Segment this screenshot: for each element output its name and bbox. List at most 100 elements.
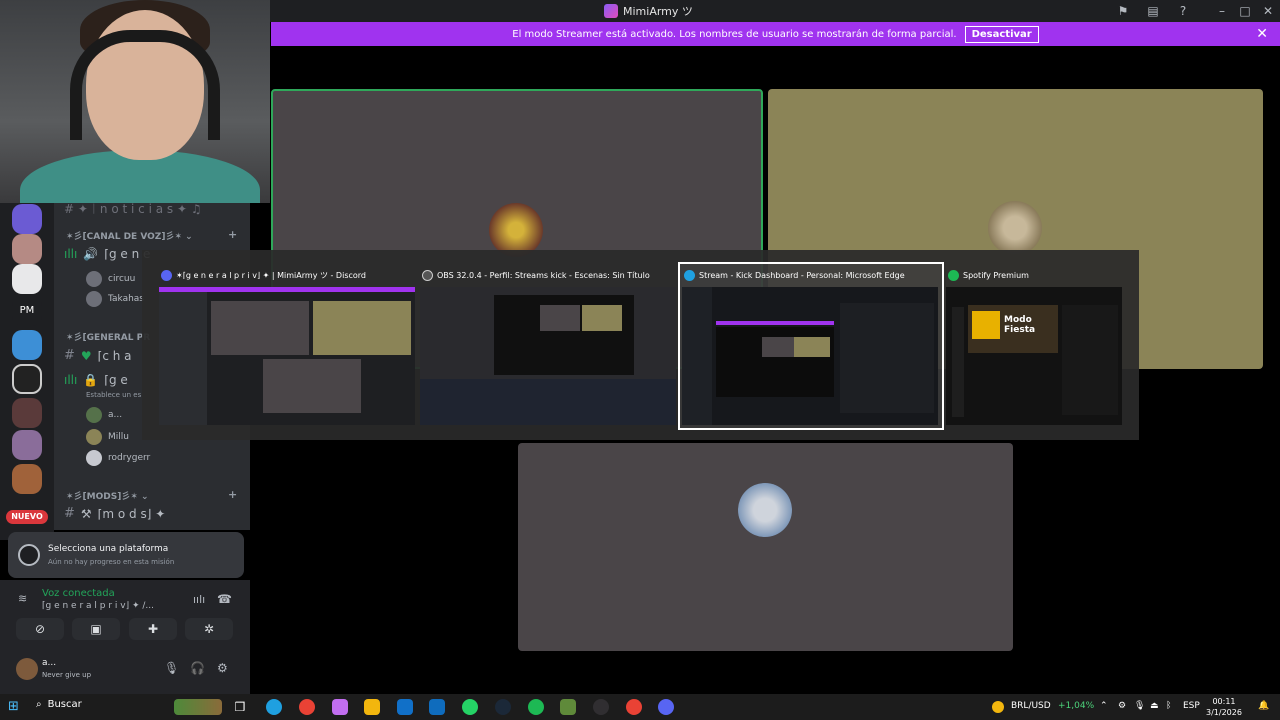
signal-icon[interactable]: ≋	[18, 592, 27, 605]
spotify-icon[interactable]	[528, 699, 544, 715]
avatar	[86, 407, 102, 423]
avatar	[86, 429, 102, 445]
camera-off-icon[interactable]: ⊘	[16, 618, 64, 640]
switcher-window-spotify[interactable]: Spotify Premium Modo Fiesta	[944, 264, 1206, 428]
voice-status[interactable]: Voz conectada	[42, 588, 115, 599]
avatar	[86, 271, 102, 287]
switcher-window-discord[interactable]: ✶⌈g e n e r a l p r i v⌋ ✦ | MimiArmy ツ …	[157, 264, 419, 428]
server-icon[interactable]	[12, 330, 42, 360]
language-indicator[interactable]: ESP	[1183, 701, 1200, 711]
chrome-icon[interactable]	[299, 699, 315, 715]
server-icon[interactable]	[12, 398, 42, 428]
search-icon: ⌕	[36, 699, 42, 710]
video-tile[interactable]	[518, 443, 1013, 651]
edge-icon[interactable]	[266, 699, 282, 715]
server-icon[interactable]	[12, 464, 42, 494]
add-channel-icon[interactable]: +	[228, 228, 237, 241]
quest-title: Selecciona una plataforma	[48, 544, 169, 554]
voice-channel-current[interactable]: ıllı 🔒 ⌈g e	[64, 373, 128, 387]
participant-avatar	[489, 203, 543, 257]
whatsapp-icon[interactable]	[462, 699, 478, 715]
participant-avatar	[738, 483, 792, 537]
bluetooth-icon[interactable]: ᛒ	[1166, 701, 1171, 711]
copilot-icon[interactable]	[332, 699, 348, 715]
taskbar: ⊞ ⌕ Buscar ❒ BRL/USD +1,04% ⌃ ⚙ 🎙 ⏏ ᛒ ES…	[0, 694, 1280, 720]
soundboard-icon[interactable]: ✲	[185, 618, 233, 640]
voice-channel[interactable]: ıllı 🔊 ⌈g e n e	[64, 247, 150, 261]
tray-app-icon[interactable]: ⚙	[1118, 701, 1126, 711]
add-channel-icon[interactable]: +	[228, 488, 237, 501]
minecraft-icon[interactable]	[560, 699, 576, 715]
category-mods[interactable]: ✶彡[MODS]彡✶ ⌄ +	[66, 488, 237, 502]
hash-icon: #	[64, 506, 75, 521]
outlook-icon[interactable]	[429, 699, 445, 715]
text-channel[interactable]: # ♥ ⌈c h a	[64, 348, 132, 363]
steam-icon[interactable]	[495, 699, 511, 715]
new-badge[interactable]: NUEVO	[6, 510, 48, 524]
voice-user[interactable]: circuu	[86, 271, 135, 287]
server-icon[interactable]	[12, 430, 42, 460]
voice-user[interactable]: Millu	[86, 429, 129, 445]
usb-icon[interactable]: ⏏	[1150, 701, 1159, 711]
discord-icon[interactable]	[658, 699, 674, 715]
switcher-window-obs[interactable]: OBS 32.0.4 - Perfil: Streams kick - Esce…	[418, 264, 680, 428]
clock[interactable]: 00:11 3/1/2026	[1206, 696, 1242, 718]
help-icon[interactable]: ?	[1175, 3, 1191, 19]
close-banner-icon[interactable]: ✕	[1256, 26, 1268, 42]
server-icon[interactable]	[12, 204, 42, 234]
heart-icon: ♥	[80, 348, 92, 363]
notification-icon[interactable]: 🔔	[1258, 701, 1269, 711]
server-icon[interactable]	[12, 234, 42, 264]
settings-icon[interactable]: ⚙	[217, 661, 228, 675]
voice-user[interactable]: rodrygerr	[86, 450, 150, 466]
voice-user[interactable]: a...	[86, 407, 122, 423]
avatar	[86, 291, 102, 307]
activities-icon[interactable]: ✚	[129, 618, 177, 640]
inbox-icon[interactable]: ▤	[1145, 3, 1161, 19]
microphone-icon[interactable]: 🎙	[164, 661, 179, 675]
maximize-icon[interactable]: □	[1237, 3, 1253, 19]
task-view-icon[interactable]: ❒	[232, 699, 248, 715]
voice-user[interactable]: Takahas	[86, 291, 144, 307]
disconnect-icon[interactable]: ☎	[217, 592, 232, 606]
avatar[interactable]	[16, 658, 38, 680]
text-channel-mods[interactable]: # ⚒ ⌈m o d s⌋ ✦	[64, 506, 165, 521]
widgets-icon[interactable]	[174, 699, 222, 715]
category-voice[interactable]: ✶彡[CANAL DE VOZ]彡✶ ⌄ +	[66, 228, 237, 242]
currency-change: +1,04%	[1058, 701, 1095, 711]
user-panel: a... Never give up 🎙 🎧 ⚙	[0, 652, 250, 694]
file-explorer-icon[interactable]	[364, 699, 380, 715]
headset	[70, 30, 220, 140]
screen-share-icon[interactable]: ▣	[72, 618, 120, 640]
microphone-icon[interactable]: 🎙	[1134, 701, 1145, 711]
server-icon[interactable]	[12, 364, 42, 394]
chrome-profile-icon[interactable]	[626, 699, 642, 715]
server-icon-pm[interactable]: PM	[12, 296, 42, 326]
window-thumbnail: Modo Fiesta	[946, 287, 1122, 425]
webcam-overlay	[0, 0, 270, 203]
channel-status: Establece un es	[86, 391, 142, 399]
taskbar-search[interactable]: ⌕ Buscar	[36, 699, 82, 710]
server-icon	[604, 4, 618, 18]
window-thumbnail	[682, 287, 938, 425]
close-window-icon[interactable]: ✕	[1260, 3, 1276, 19]
headphones-icon[interactable]: 🎧	[190, 661, 205, 675]
quest-panel[interactable]: Selecciona una plataforma Aún no hay pro…	[8, 532, 244, 578]
server-icon[interactable]	[12, 264, 42, 294]
voice-activity-icon: ıllı	[64, 247, 78, 261]
voice-channel-name[interactable]: ⌈g e n e r a l p r i v⌋ ✦ /...	[42, 601, 154, 611]
store-icon[interactable]	[397, 699, 413, 715]
chevron-up-icon[interactable]: ⌃	[1100, 701, 1108, 711]
threads-icon[interactable]: ⚑	[1115, 3, 1131, 19]
switcher-window-edge[interactable]: Stream - Kick Dashboard - Personal: Micr…	[678, 262, 944, 430]
start-icon[interactable]: ⊞	[8, 699, 24, 715]
noise-suppression-icon[interactable]: ıılı	[193, 593, 205, 606]
category-general[interactable]: ✶彡[GENERAL PR	[66, 330, 150, 343]
minimize-icon[interactable]: –	[1214, 3, 1230, 19]
deactivate-button[interactable]: Desactivar	[964, 25, 1039, 43]
window-thumbnail	[159, 287, 415, 425]
currency-label[interactable]: BRL/USD	[1011, 701, 1051, 711]
edge-icon	[684, 270, 695, 281]
obs-icon[interactable]	[593, 699, 609, 715]
username[interactable]: a...	[42, 658, 56, 668]
